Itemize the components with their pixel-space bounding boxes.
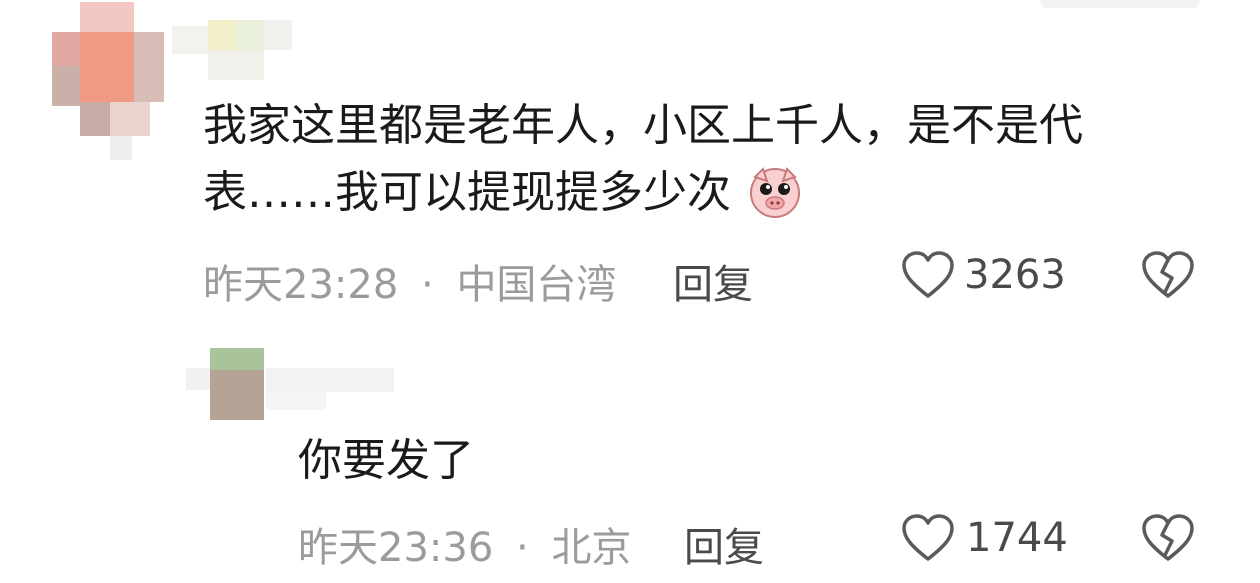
reply-button[interactable]: 回复 <box>673 252 753 310</box>
comment-text-line: 我家这里都是老年人，小区上千人，是不是代 <box>203 100 1083 151</box>
avatar-pixel <box>110 102 150 136</box>
comment-time: 昨天23:28 <box>203 262 399 308</box>
username-pixel <box>208 50 264 80</box>
broken-heart-icon[interactable] <box>1140 513 1196 563</box>
avatar-pixel <box>52 66 80 106</box>
username-blurred[interactable] <box>172 20 322 82</box>
avatar-pixel <box>80 2 134 36</box>
like-count: 3263 <box>964 252 1066 298</box>
heart-outline-icon[interactable] <box>900 513 956 563</box>
comment-meta: 昨天23:28 · 中国台湾 <box>203 252 616 310</box>
heart-outline-icon[interactable] <box>900 250 956 300</box>
username-pixel <box>266 368 394 392</box>
avatar-pixel <box>110 136 132 160</box>
comment-meta: 昨天23:36 · 北京 <box>298 515 631 573</box>
comment-location: 中国台湾 <box>456 262 617 308</box>
username-pixel <box>208 20 236 50</box>
username-pixel <box>172 26 208 54</box>
username-pixel <box>186 368 210 390</box>
avatar-pixel <box>210 348 264 370</box>
username-blurred[interactable] <box>186 368 396 412</box>
comment-text: 你要发了 <box>298 435 474 486</box>
avatar-pixel <box>80 32 134 102</box>
comment-text-line-2: 表……我可以提现提多少次 <box>203 167 731 218</box>
meta-dot: · <box>421 262 434 308</box>
like-count: 1744 <box>966 515 1068 561</box>
comment-location: 北京 <box>551 525 632 571</box>
reply-button[interactable]: 回复 <box>684 515 764 573</box>
broken-heart-icon[interactable] <box>1140 250 1196 300</box>
pig-face-emoji <box>745 163 805 219</box>
meta-dot: · <box>516 525 529 571</box>
avatar-pixel <box>52 32 80 66</box>
top-partial-element <box>1040 0 1200 8</box>
avatar[interactable] <box>52 2 172 160</box>
avatar-pixel <box>80 102 110 136</box>
username-pixel <box>236 20 264 50</box>
comment-time: 昨天23:36 <box>298 525 494 571</box>
comment-text-line: 表……我可以提现提多少次 <box>203 160 805 226</box>
avatar-pixel <box>134 32 164 102</box>
username-pixel <box>266 392 326 410</box>
username-pixel <box>264 20 292 50</box>
